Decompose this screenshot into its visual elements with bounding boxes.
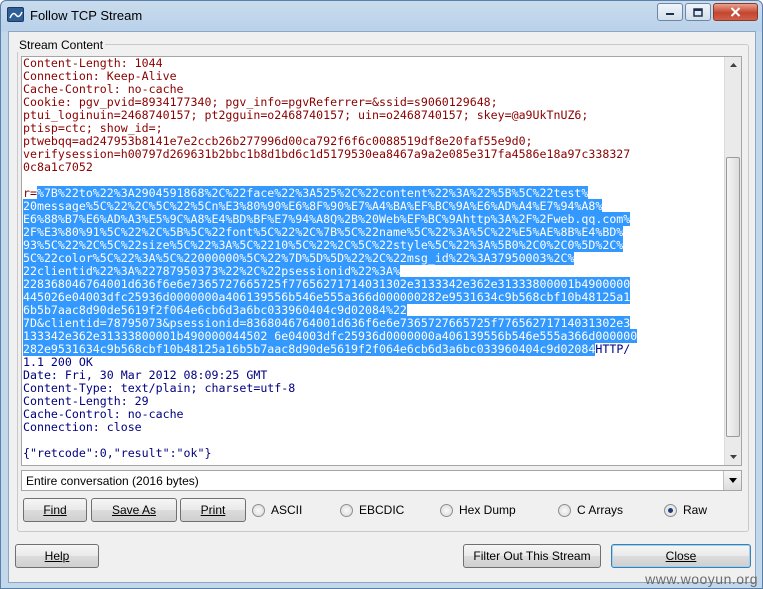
find-button-label: Find — [43, 503, 67, 517]
stream-line[interactable]: Connection: close — [23, 421, 721, 434]
wireshark-app-icon — [7, 7, 24, 22]
stream-content-label: Stream Content — [17, 38, 106, 52]
dropdown-button[interactable] — [723, 471, 741, 490]
stream-text-segment: HTTP/ — [595, 342, 631, 356]
help-button-label: Help — [44, 549, 70, 563]
maximize-icon — [693, 7, 703, 17]
stream-line[interactable]: {"retcode":0,"result":"ok"} — [23, 447, 721, 460]
stream-text[interactable]: Content-Length: 1044 Connection: Keep-Ali… — [23, 57, 721, 465]
stream-text-segment: 282e9531634c9b568cbf10b48125a16b5b7aac8d… — [23, 342, 596, 356]
filter-out-button-label: Filter Out This Stream — [473, 549, 591, 563]
stream-text-segment: Connection: close — [23, 420, 142, 434]
stream-text-segment: 93%5C%22%2C%5C%22size%5C%22%3A%5C%2210%5… — [23, 238, 624, 252]
stream-text-segment: E6%88%B7%E6%AD%A3%E5%9C%A8%E4%BD%BF%E7%9… — [23, 212, 631, 226]
close-window-button[interactable] — [713, 3, 758, 21]
stream-text-segment: ptwebqq=ad247953b8141e7e2ccb26b277996d00… — [23, 134, 533, 148]
chevron-up-icon — [729, 63, 737, 67]
vertical-scrollbar[interactable] — [724, 57, 741, 465]
stream-text-segment: 445026e04003dfc25936d0000000a406139556b5… — [23, 290, 631, 304]
radio-circle-selected — [664, 503, 677, 517]
radio-c-arrays-label: C Arrays — [577, 503, 624, 517]
stream-text-segment: Connection: Keep-Alive — [23, 69, 177, 83]
maximize-button[interactable] — [685, 3, 711, 21]
stream-text-segment: Cookie: pgv_pvid=8934177340; pgv_info=pg… — [23, 95, 498, 109]
close-button[interactable]: Close — [611, 544, 751, 568]
window-title: Follow TCP Stream — [30, 8, 143, 23]
stream-text-segment: 2F%E3%80%91%5C%22%2C%5B%5C%22font%5C%22%… — [23, 225, 624, 239]
stream-text-segment: Content-Type: text/plain; charset=utf-8 — [23, 381, 296, 395]
stream-text-segment: 228368046764001d636f6e6e7365727665725f77… — [23, 277, 631, 291]
save-as-button-label: Save As — [111, 503, 157, 517]
minimize-button[interactable] — [657, 3, 683, 21]
conversation-select[interactable]: Entire conversation (2016 bytes) — [21, 470, 742, 491]
dialog-body: Stream Content Content-Length: 1044 Conne… — [8, 31, 756, 583]
stream-text-segment: Cache-Control: no-cache — [23, 407, 184, 421]
stream-text-segment: Date: Fri, 30 Mar 2012 08:09:25 GMT — [23, 368, 268, 382]
radio-circle — [340, 503, 353, 517]
stream-text-segment: 22clientid%22%3A%22787950373%22%2C%22pse… — [23, 264, 400, 278]
radio-hex-dump[interactable]: Hex Dump — [440, 501, 516, 519]
scroll-up-button[interactable] — [725, 57, 741, 73]
scrollbar-thumb[interactable] — [726, 157, 740, 437]
chevron-down-icon — [728, 478, 737, 483]
save-as-button[interactable]: Save As — [91, 498, 177, 522]
print-button[interactable]: Print — [180, 498, 246, 522]
radio-raw-label: Raw — [683, 503, 708, 517]
stream-text-segment: {"retcode":0,"result":"ok"} — [23, 446, 212, 460]
radio-ebcdic[interactable]: EBCDIC — [340, 501, 404, 519]
chevron-down-icon — [729, 455, 737, 459]
radio-circle — [440, 503, 453, 517]
stream-line[interactable]: 282e9531634c9b568cbf10b48125a16b5b7aac8d… — [23, 342, 721, 356]
stream-text-segment: 133342e362e31333800001b490000044502 6e04… — [23, 329, 638, 343]
conversation-select-value: Entire conversation (2016 bytes) — [26, 474, 199, 488]
radio-ascii-label: ASCII — [271, 503, 303, 517]
help-button[interactable]: Help — [15, 544, 99, 568]
stream-text-segment: 7D&clientid=78795073&psessionid=83680467… — [23, 316, 631, 330]
radio-circle — [558, 503, 571, 517]
stream-text-segment: ptui_loginuin=2468740157; pt2gguin=o2468… — [23, 108, 589, 122]
stream-text-area[interactable]: Content-Length: 1044 Connection: Keep-Ali… — [21, 56, 742, 466]
stream-text-segment: 20message%5C%22%2C%5C%22%5Cn%E3%80%90%E6… — [23, 199, 603, 213]
radio-hex-dump-label: Hex Dump — [459, 503, 516, 517]
filter-out-stream-button[interactable]: Filter Out This Stream — [463, 544, 601, 568]
stream-text-segment: %7B%22to%22%3A2904591868%2C%22face%22%3A… — [36, 186, 589, 200]
stream-line[interactable]: verifysession=h00797d269631b2bbc1b8d1bd6… — [23, 148, 721, 161]
radio-ebcdic-label: EBCDIC — [359, 503, 405, 517]
close-icon — [730, 7, 741, 17]
stream-text-segment: 0c8a1c7052 — [23, 160, 93, 174]
stream-text-segment: verifysession=h00797d269631b2bbc1b8d1bd6… — [23, 147, 631, 161]
stream-text-segment: ptisp=ctc; show_id=; — [23, 121, 163, 135]
follow-tcp-stream-window: Follow TCP Stream Stream Content Content… — [0, 0, 763, 589]
radio-ascii[interactable]: ASCII — [252, 501, 302, 519]
stream-text-segment: Content-Length: 29 — [23, 394, 149, 408]
find-button[interactable]: Find — [23, 498, 87, 522]
stream-line[interactable]: 0c8a1c7052 — [23, 161, 721, 174]
radio-circle — [252, 503, 265, 517]
radio-c-arrays[interactable]: C Arrays — [558, 501, 623, 519]
close-button-label: Close — [665, 549, 697, 563]
scroll-down-button[interactable] — [725, 449, 741, 465]
stream-text-segment: r= — [23, 186, 37, 200]
radio-raw[interactable]: Raw — [664, 501, 707, 519]
minimize-icon — [666, 13, 674, 15]
stream-text-segment: 1.1 200 OK — [23, 355, 93, 369]
stream-text-segment: Cache-Control: no-cache — [23, 82, 184, 96]
stream-text-segment: 5C%22color%5C%22%3A%5C%22000000%5C%22%7D… — [23, 251, 575, 265]
stream-text-segment: 6b5b7aac8d90de5619f2f064e6cb6d3a6bc03396… — [23, 303, 407, 317]
watermark: www.wooyun.org — [645, 571, 758, 587]
title-bar[interactable]: Follow TCP Stream — [1, 1, 762, 31]
print-button-label: Print — [200, 503, 226, 517]
